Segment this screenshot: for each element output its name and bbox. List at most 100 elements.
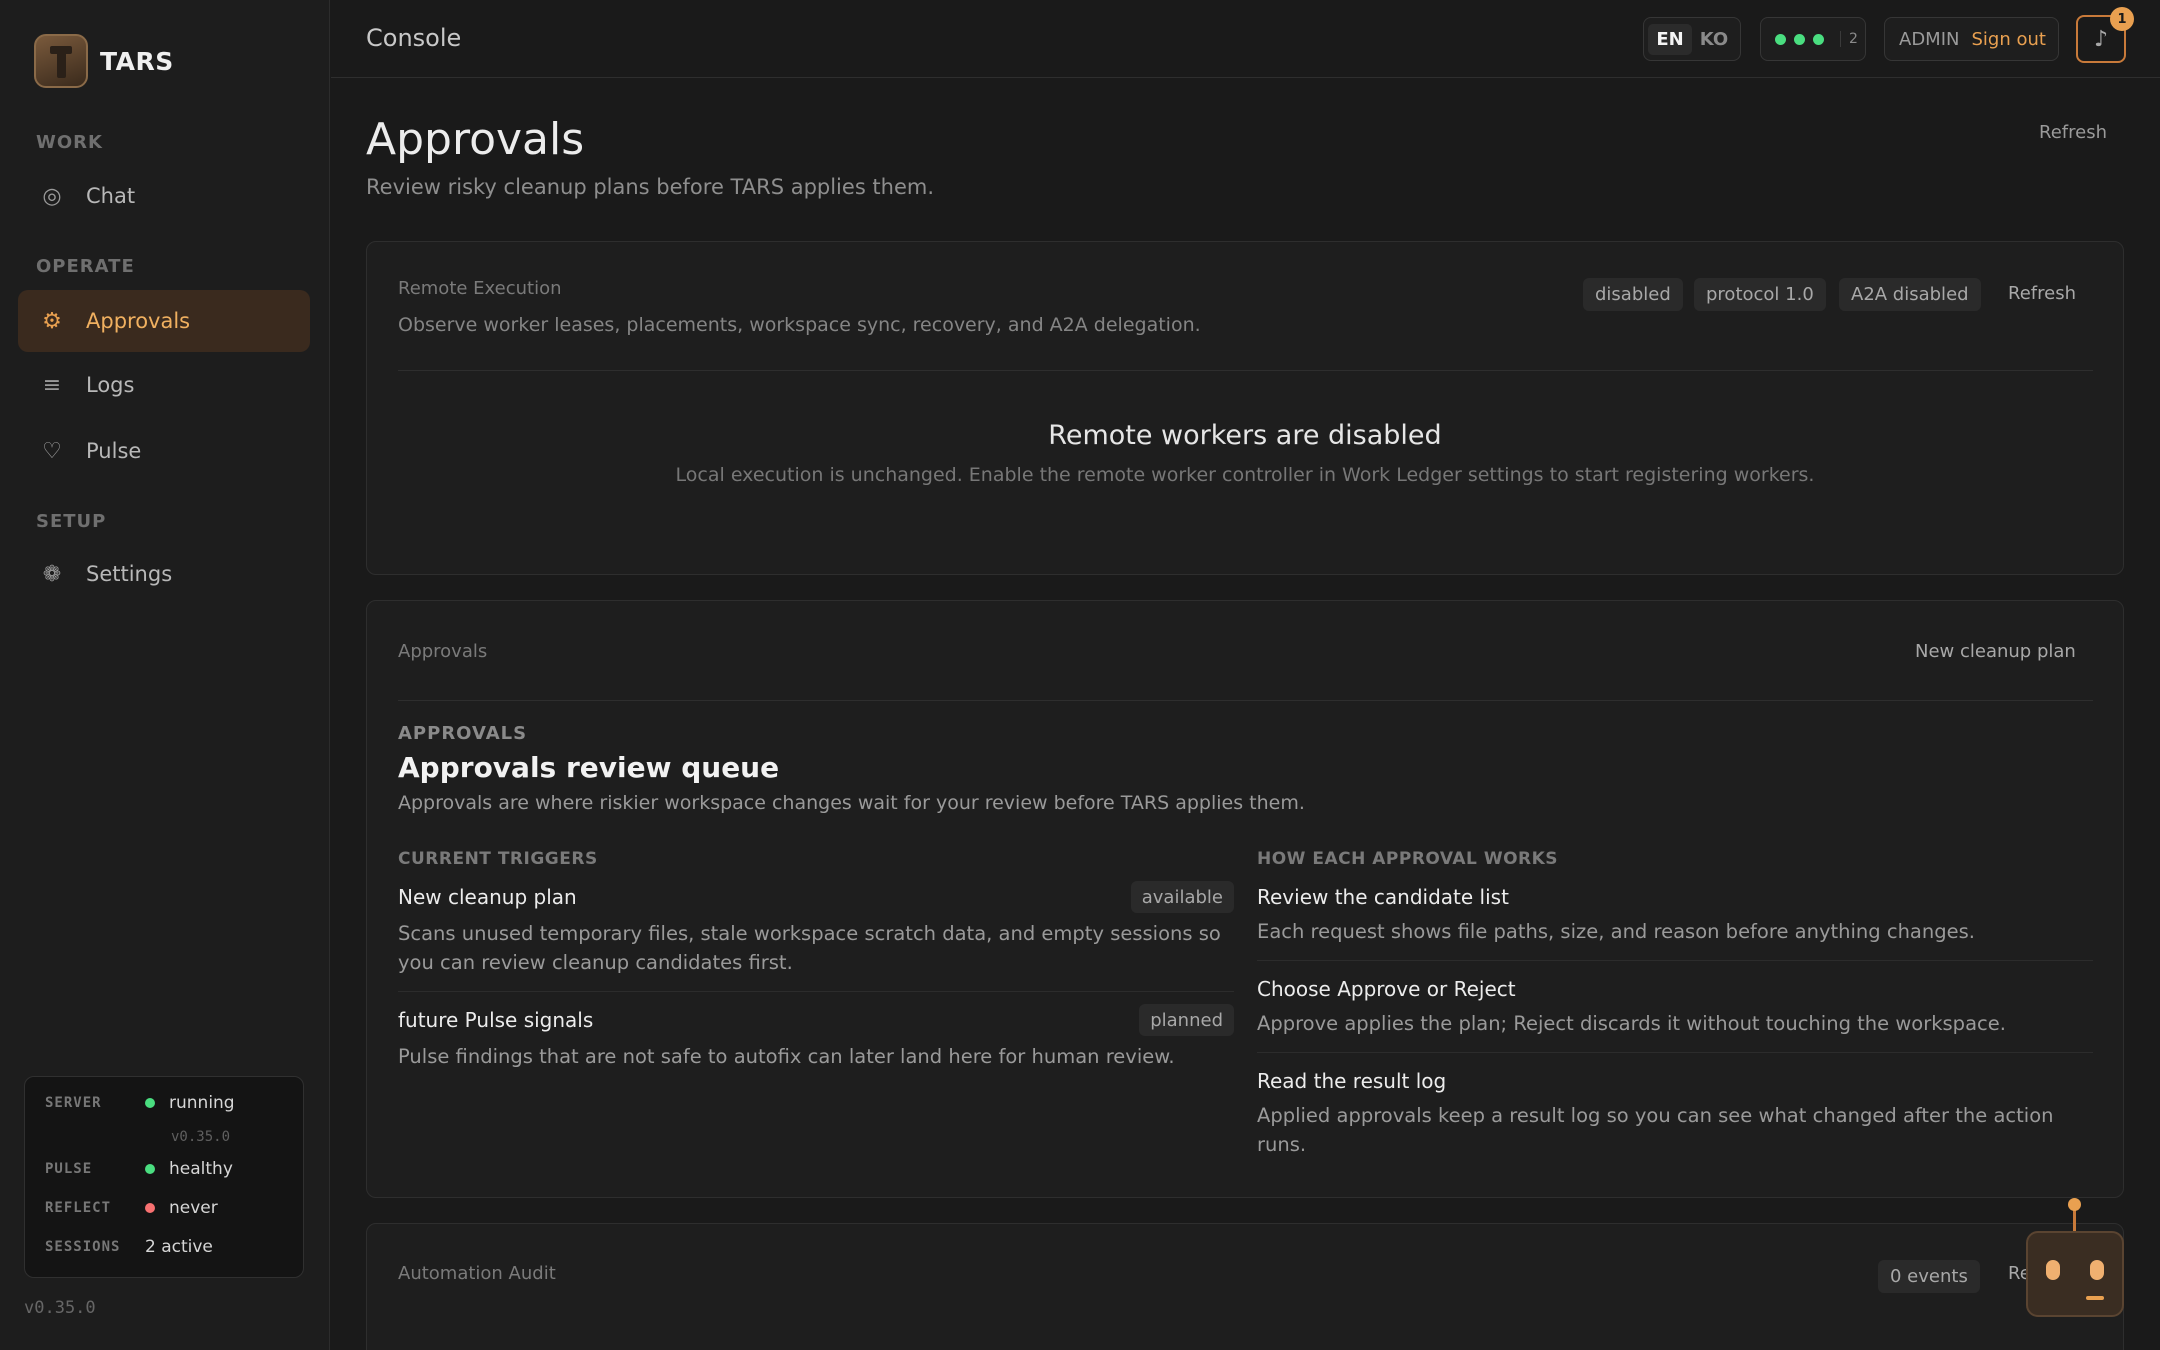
current-triggers-column: CURRENT TRIGGERS New cleanup plan availa… xyxy=(398,849,1234,1099)
step-item: Read the result log Applied approvals ke… xyxy=(1257,1067,2093,1173)
empty-state-title: Remote workers are disabled xyxy=(1048,420,1442,451)
nav-section-work: WORK xyxy=(36,132,103,153)
language-switcher: EN KO xyxy=(1643,17,1741,61)
status-value: 2 active xyxy=(145,1237,213,1257)
robot-face-icon xyxy=(2026,1231,2124,1317)
sidebar-item-label: Chat xyxy=(86,184,136,208)
page-refresh-button[interactable]: Refresh xyxy=(2039,122,2107,143)
approvals-card: Approvals New cleanup plan APPROVALS App… xyxy=(366,600,2124,1198)
status-row-pulse: PULSE healthy xyxy=(45,1159,233,1179)
brand[interactable]: TARS xyxy=(34,34,174,88)
sidebar-item-approvals[interactable]: ⚙ Approvals xyxy=(18,290,310,352)
trigger-item: future Pulse signals planned Pulse findi… xyxy=(398,1004,1234,1085)
status-dot-red xyxy=(145,1203,155,1213)
step-title: Read the result log xyxy=(1257,1069,1447,1093)
card-description: Observe worker leases, placements, works… xyxy=(398,314,1201,336)
status-card: SERVER running v0.35.0 PULSE healthy REF… xyxy=(24,1076,304,1278)
status-dot xyxy=(1794,33,1805,45)
notifications-button[interactable]: ♪ 1 xyxy=(2076,7,2134,63)
sidebar-item-label: Pulse xyxy=(86,439,142,463)
robot-antenna-tip xyxy=(2068,1198,2081,1211)
trigger-title: future Pulse signals xyxy=(398,1008,594,1032)
divider xyxy=(398,700,2093,701)
tars-logo-icon xyxy=(34,34,88,88)
gear-icon: ⚙ xyxy=(42,308,62,334)
trigger-item: New cleanup plan available Scans unused … xyxy=(398,881,1234,992)
column-heading: HOW EACH APPROVAL WORKS xyxy=(1257,849,1559,869)
sidebar-item-pulse[interactable]: ♡ Pulse xyxy=(18,420,310,482)
notification-badge: 1 xyxy=(2110,7,2134,31)
step-description: Applied approvals keep a result log so y… xyxy=(1257,1104,2054,1156)
queue-title: Approvals review queue xyxy=(398,751,780,784)
trigger-status-badge: planned xyxy=(1139,1004,1234,1036)
trigger-description: Scans unused temporary files, stale work… xyxy=(398,922,1221,974)
divider xyxy=(398,370,2093,371)
card-label: Automation Audit xyxy=(398,1263,556,1284)
music-note-icon: ♪ xyxy=(2093,26,2109,52)
page-title: Approvals xyxy=(366,114,585,165)
step-item: Choose Approve or Reject Approve applies… xyxy=(1257,975,2093,1053)
status-value: running xyxy=(169,1093,235,1113)
nav-section-operate: OPERATE xyxy=(36,256,135,277)
status-dot xyxy=(1813,33,1824,45)
app-version: v0.35.0 xyxy=(24,1298,96,1318)
queue-description: Approvals are where riskier workspace ch… xyxy=(398,792,1305,814)
card-label: Approvals xyxy=(398,641,488,662)
top-bar: Console EN KO 2 ADMIN Sign out ♪ 1 xyxy=(331,0,2160,78)
sidebar-item-label: Settings xyxy=(86,562,173,586)
user-role: ADMIN xyxy=(1899,28,1960,50)
protocol-chip: protocol 1.0 xyxy=(1694,278,1826,311)
trigger-status-badge: available xyxy=(1130,881,1234,913)
a2a-chip: A2A disabled xyxy=(1839,278,1981,311)
lang-ko-button[interactable]: KO xyxy=(1692,29,1736,50)
step-title: Choose Approve or Reject xyxy=(1257,977,1516,1001)
robot-eye xyxy=(2046,1260,2060,1280)
column-heading: CURRENT TRIGGERS xyxy=(398,849,598,869)
remote-refresh-button[interactable]: Refresh xyxy=(2008,283,2076,304)
heart-icon: ♡ xyxy=(42,438,62,464)
status-label: SERVER xyxy=(45,1095,102,1111)
topbar-title: Console xyxy=(366,24,462,52)
section-eyebrow: APPROVALS xyxy=(398,723,528,744)
status-dot xyxy=(1775,33,1786,45)
status-label: REFLECT xyxy=(45,1200,112,1216)
sidebar-item-logs[interactable]: ≡ Logs xyxy=(18,354,310,416)
step-item: Review the candidate list Each request s… xyxy=(1257,883,2093,961)
sidebar-item-chat[interactable]: ◎ Chat xyxy=(18,165,310,227)
events-count-chip: 0 events xyxy=(1878,1260,1980,1293)
step-description: Approve applies the plan; Reject discard… xyxy=(1257,1012,2006,1035)
brand-name: TARS xyxy=(100,46,174,76)
trigger-title: New cleanup plan xyxy=(398,885,577,909)
sidebar: TARS WORK ◎ Chat OPERATE ⚙ Approvals ≡ L… xyxy=(0,0,330,1350)
automation-audit-card: Automation Audit 0 events Re xyxy=(366,1223,2124,1350)
status-row-sessions: SESSIONS 2 active xyxy=(45,1237,213,1257)
status-dot-green xyxy=(145,1098,155,1108)
status-value: never xyxy=(169,1198,218,1218)
cog-icon: ❁ xyxy=(42,561,62,587)
status-label: SESSIONS xyxy=(45,1239,121,1255)
robot-antenna xyxy=(2073,1210,2076,1232)
new-cleanup-plan-button[interactable]: New cleanup plan xyxy=(1915,641,2076,662)
step-title: Review the candidate list xyxy=(1257,885,1509,909)
indicator-count: 2 xyxy=(1840,31,1858,47)
robot-eye xyxy=(2090,1260,2104,1280)
sidebar-item-settings[interactable]: ❁ Settings xyxy=(18,543,310,605)
status-label: PULSE xyxy=(45,1161,93,1177)
lang-en-button[interactable]: EN xyxy=(1648,23,1692,55)
tars-assistant-button[interactable] xyxy=(2026,1196,2126,1318)
server-version: v0.35.0 xyxy=(171,1129,231,1145)
list-icon: ≡ xyxy=(42,372,62,398)
trigger-description: Pulse findings that are not safe to auto… xyxy=(398,1045,1175,1068)
activity-indicator[interactable]: 2 xyxy=(1760,17,1866,61)
sidebar-item-label: Logs xyxy=(86,373,135,397)
status-row-reflect: REFLECT never xyxy=(45,1198,218,1218)
sign-out-button[interactable]: Sign out xyxy=(1971,29,2045,50)
nav-section-setup: SETUP xyxy=(36,511,107,532)
empty-state-description: Local execution is unchanged. Enable the… xyxy=(675,464,1815,486)
how-approval-works-column: HOW EACH APPROVAL WORKS Review the candi… xyxy=(1257,849,2093,1187)
target-icon: ◎ xyxy=(42,183,62,209)
user-menu: ADMIN Sign out xyxy=(1884,17,2059,61)
status-value: healthy xyxy=(169,1159,233,1179)
status-chip: disabled xyxy=(1583,278,1683,311)
robot-mouth xyxy=(2086,1296,2104,1300)
